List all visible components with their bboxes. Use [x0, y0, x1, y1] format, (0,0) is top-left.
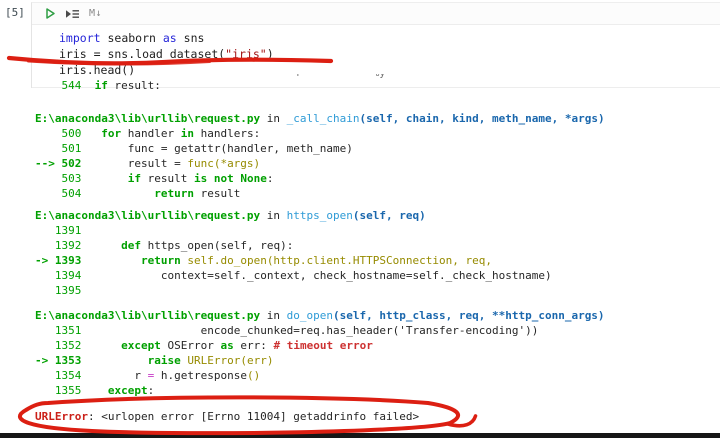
- play-icon: [46, 8, 55, 19]
- traceback-line: 1354 r = h.getresponse(): [54, 369, 261, 382]
- traceback-line: -> 1353 raise URLError(err): [35, 354, 274, 367]
- traceback-line: E:\anaconda3\lib\urllib\request.py in ht…: [35, 209, 426, 222]
- bottom-black-bar: [0, 433, 720, 438]
- traceback-line: 1355 except:: [54, 384, 155, 397]
- run-below-button[interactable]: [65, 8, 80, 20]
- markdown-toggle-button[interactable]: M↓: [89, 8, 102, 19]
- run-below-icon: [66, 9, 79, 18]
- traceback-line: 1395: [54, 284, 82, 297]
- traceback-line: 1394 context=self._context, check_hostna…: [54, 269, 552, 282]
- code-line: iris = sns.load_dataset("iris"): [59, 47, 274, 61]
- traceback-line: 503 if result is not None:: [61, 172, 274, 185]
- run-cell-button[interactable]: [44, 7, 56, 20]
- error-line: URLError: <urlopen error [Errno 11004] g…: [35, 410, 420, 423]
- cell-toolbar: M↓: [32, 3, 720, 25]
- traceback-line: 1351 encode_chunked=req.has_header('Tran…: [54, 324, 539, 337]
- output-area: 544 if result: E:\anaconda3\lib\urllib\re…: [0, 78, 720, 424]
- execution-count: [5]: [5, 6, 25, 19]
- code-line: import seaborn as sns: [59, 31, 205, 45]
- traceback-line: E:\anaconda3\lib\urllib\request.py in do…: [35, 309, 605, 322]
- traceback-line: E:\anaconda3\lib\urllib\request.py in _c…: [35, 112, 605, 125]
- traceback-line: 1391: [54, 224, 82, 237]
- traceback-line: 544 if result:: [61, 79, 161, 92]
- traceback-line: 1392 def https_open(self, req):: [54, 239, 294, 252]
- notebook-page: [5] M↓ import seaborn as sns iris = sns.l…: [0, 0, 720, 438]
- traceback-line: 504 return result: [61, 187, 241, 200]
- traceback-line: 500 for handler in handlers:: [61, 127, 261, 140]
- traceback-line: 501 func = getattr(handler, meth_name): [61, 142, 353, 155]
- traceback-line: 1352 except OSError as err: # timeout er…: [54, 339, 373, 352]
- traceback: 544 if result: E:\anaconda3\lib\urllib\re…: [0, 78, 720, 424]
- traceback-line: -> 1393 return self.do_open(http.client.…: [35, 254, 492, 267]
- traceback-line: --> 502 result = func(*args): [35, 157, 261, 170]
